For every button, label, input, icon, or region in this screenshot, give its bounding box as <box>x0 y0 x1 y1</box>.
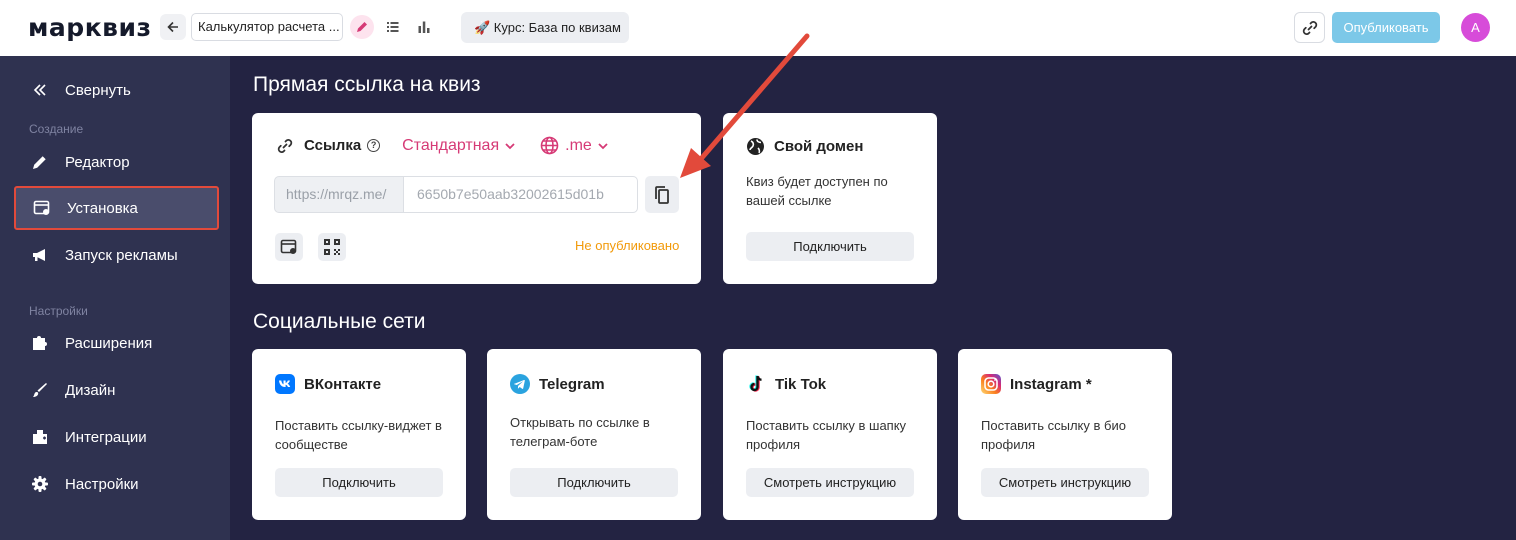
bar-chart-icon <box>418 21 430 33</box>
sidebar: Свернуть Создание Редактор Установка Зап… <box>0 56 230 540</box>
edit-mode-button[interactable] <box>350 15 374 39</box>
publish-button[interactable]: Опубликовать <box>1332 12 1440 43</box>
telegram-card-header: Telegram <box>510 374 605 394</box>
vk-icon <box>275 374 295 394</box>
domain-card-desc: Квиз будет доступен по вашей ссылке <box>746 174 888 208</box>
megaphone-icon <box>30 245 50 265</box>
instagram-icon <box>981 374 1001 394</box>
sidebar-item-integrations[interactable]: Интеграции <box>14 415 219 459</box>
instagram-card-title: Instagram * <box>1010 375 1092 393</box>
sidebar-collapse[interactable]: Свернуть <box>14 68 219 112</box>
link-card-header: Ссылка ? Стандартная .me <box>276 136 609 155</box>
help-icon[interactable]: ? <box>367 139 381 152</box>
domain-card-header: Свой домен <box>746 137 863 156</box>
domain-value: .me <box>565 136 592 154</box>
globe-icon <box>540 136 559 155</box>
chevrons-left-icon <box>30 80 50 100</box>
globe-icon <box>747 138 764 155</box>
social-heading: Социальные сети <box>253 310 426 333</box>
tiktok-card-title: Tik Tok <box>775 375 827 393</box>
telegram-card-title: Telegram <box>539 375 605 393</box>
back-button[interactable] <box>160 14 186 40</box>
list-icon <box>387 22 399 32</box>
link-icon <box>277 138 293 153</box>
pencil-icon <box>357 22 367 32</box>
analytics-button[interactable] <box>412 15 436 39</box>
connect-vk-button[interactable]: Подключить <box>275 468 443 497</box>
sidebar-item-label: Настройки <box>65 475 139 493</box>
sidebar-item-settings[interactable]: Настройки <box>14 462 219 506</box>
gear-icon <box>30 474 50 494</box>
sidebar-item-editor[interactable]: Редактор <box>14 140 219 184</box>
domain-card-title: Свой домен <box>774 138 864 155</box>
instagram-instructions-button[interactable]: Смотреть инструкцию <box>981 468 1149 497</box>
url-slug-input[interactable]: 6650b7e50aab32002615d01b <box>403 176 638 213</box>
pencil-icon <box>30 152 50 172</box>
quiz-name-field[interactable]: Калькулятор расчета ... <box>191 13 343 41</box>
sidebar-item-ads[interactable]: Запуск рекламы <box>14 233 219 277</box>
copy-icon <box>655 185 669 204</box>
instagram-card-desc: Поставить ссылку в био профиля <box>981 418 1126 452</box>
link-type-value: Стандартная <box>402 136 500 154</box>
link-icon <box>1302 20 1317 35</box>
list-mode-button[interactable] <box>381 15 405 39</box>
tiktok-card-desc: Поставить ссылку в шапку профиля <box>746 418 907 452</box>
connect-telegram-button[interactable]: Подключить <box>510 468 678 497</box>
course-button[interactable]: 🚀 Курс: База по квизам <box>461 12 629 43</box>
tiktok-icon <box>749 375 762 392</box>
sidebar-item-label: Дизайн <box>65 381 116 399</box>
qr-code-button[interactable] <box>318 233 346 261</box>
share-link-button[interactable] <box>1294 12 1325 43</box>
extension-icon <box>30 333 50 353</box>
vk-card-header: ВКонтакте <box>275 374 381 394</box>
top-bar: марквиз Калькулятор расчета ... 🚀 Курс: … <box>0 0 1516 56</box>
vk-card-desc: Поставить ссылку-виджет в сообществе <box>275 418 442 452</box>
copy-link-button[interactable] <box>645 176 679 213</box>
install-window-icon <box>32 198 52 218</box>
sidebar-item-label: Редактор <box>65 153 130 171</box>
sidebar-item-label: Интеграции <box>65 428 147 446</box>
connect-domain-button[interactable]: Подключить <box>746 232 914 261</box>
link-type-select[interactable]: Стандартная <box>402 137 516 155</box>
sidebar-section-create: Создание <box>29 122 84 136</box>
tiktok-instructions-button[interactable]: Смотреть инструкцию <box>746 468 914 497</box>
url-prefix: https://mrqz.me/ <box>274 176 404 213</box>
sidebar-item-extensions[interactable]: Расширения <box>14 321 219 365</box>
tiktok-card-header: Tik Tok <box>746 374 826 394</box>
sidebar-item-design[interactable]: Дизайн <box>14 368 219 412</box>
embed-settings-button[interactable] <box>275 233 303 261</box>
vk-card-title: ВКонтакте <box>304 375 382 393</box>
publish-status: Не опубликовано <box>575 238 680 253</box>
install-window-icon <box>280 239 297 254</box>
logo[interactable]: марквиз <box>28 13 152 42</box>
arrow-left-icon <box>167 21 178 33</box>
sidebar-item-label: Установка <box>67 199 138 217</box>
qr-code-icon <box>324 239 340 255</box>
chevron-down-icon <box>598 142 608 149</box>
sidebar-section-settings: Настройки <box>29 304 88 318</box>
link-card-title: Ссылка <box>304 137 362 154</box>
direct-link-heading: Прямая ссылка на квиз <box>253 73 481 96</box>
avatar[interactable]: A <box>1461 13 1490 42</box>
sidebar-item-label: Расширения <box>65 334 153 352</box>
domain-select[interactable]: .me <box>540 136 609 155</box>
sidebar-item-label: Запуск рекламы <box>65 246 178 264</box>
chevron-down-icon <box>505 142 515 149</box>
brush-icon <box>30 380 50 400</box>
telegram-card-desc: Открывать по ссылке в телеграм-боте <box>510 415 650 449</box>
instagram-card-header: Instagram * <box>981 374 1092 394</box>
sidebar-item-label: Свернуть <box>65 81 131 99</box>
telegram-icon <box>510 374 530 394</box>
integrations-icon <box>30 427 50 447</box>
sidebar-item-install[interactable]: Установка <box>14 186 219 230</box>
